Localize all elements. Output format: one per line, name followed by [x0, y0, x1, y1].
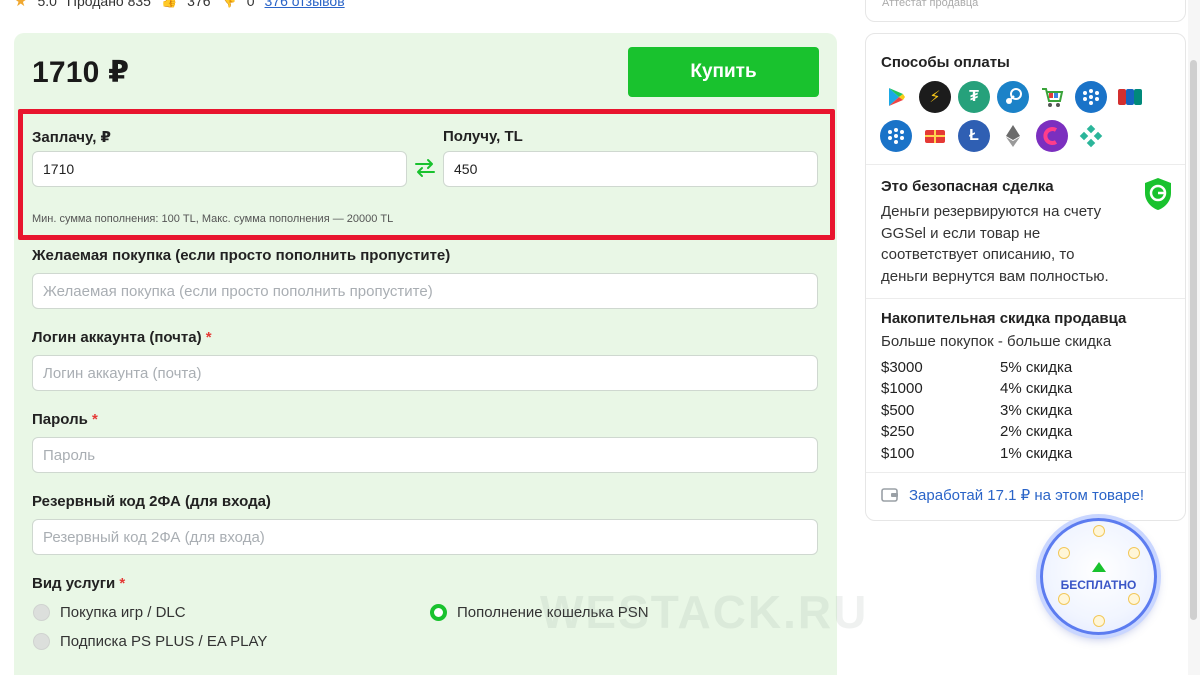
reviews-link[interactable]: 376 отзывов — [265, 0, 345, 9]
steam-icon — [997, 81, 1029, 113]
earn-link[interactable]: Заработай 17.1 ₽ на этом товаре! — [881, 486, 1144, 504]
seller-certificate-caption: Аттестат продавца — [882, 0, 979, 9]
price-value: 1710 ₽ — [32, 56, 130, 89]
option-label: Подписка PS PLUS / EA PLAY — [60, 633, 268, 650]
likes-count: 376 — [187, 0, 211, 9]
cart-icon — [1036, 81, 1068, 113]
webmoney-icon — [880, 120, 912, 152]
safe-deal-text: Деньги резервируются на счету GGSel и ес… — [881, 201, 1109, 287]
unionpay-icon — [1114, 81, 1146, 113]
star-icon: ★ — [14, 0, 28, 10]
service-type-label: Вид услуги * — [32, 575, 125, 592]
crypto-icon — [1036, 120, 1068, 152]
backup-code-label: Резервный код 2ФА (для входа) — [32, 493, 271, 510]
watermark: WESTACK.RU — [540, 586, 869, 638]
safe-deal-line: Деньги резервируются на счету — [881, 203, 1102, 220]
sold-count: Продано 835 — [66, 0, 151, 9]
divider — [866, 298, 1185, 299]
login-input[interactable]: Логин аккаунта (почта) — [32, 355, 818, 391]
discount-amount: $1000 — [881, 380, 923, 397]
safe-deal-line: соответствует описанию, то — [881, 246, 1075, 263]
thumbs-up-icon: 👍 — [160, 0, 178, 8]
discount-subtitle: Больше покупок - больше скидка — [881, 333, 1112, 350]
required-mark: * — [205, 329, 212, 346]
webmoney-icon — [1075, 81, 1107, 113]
login-label-text: Логин аккаунта (почта) — [32, 329, 202, 346]
tether-icon: ₮ — [958, 81, 990, 113]
info-card: Способы оплаты ⚡ ₮ Ł Это безопасная сдел… — [865, 33, 1186, 521]
coin-icon — [1058, 593, 1070, 605]
desired-purchase-label: Желаемая покупка (если просто пополнить … — [32, 247, 451, 264]
wallet-icon — [881, 488, 898, 502]
option-ps-plus[interactable]: Подписка PS PLUS / EA PLAY — [33, 633, 267, 650]
payment-icon — [1075, 120, 1107, 152]
safe-deal-title: Это безопасная сделка — [881, 178, 1054, 195]
discount-value: 3% скидка — [1000, 402, 1073, 419]
backup-code-input[interactable]: Резервный код 2ФА (для входа) — [32, 519, 818, 555]
discount-row: $500 3% скидка — [881, 402, 1072, 419]
divider — [866, 472, 1185, 473]
limits-hint: Мин. сумма пополнения: 100 TL, Макс. сум… — [32, 213, 394, 225]
discount-row: $100 1% скидка — [881, 445, 1072, 462]
required-mark: * — [92, 411, 98, 428]
discount-amount: $100 — [881, 445, 915, 462]
google-play-icon — [880, 81, 912, 113]
coin-icon — [1093, 525, 1105, 537]
arrow-up-icon — [1091, 561, 1106, 572]
radio-button[interactable] — [33, 633, 50, 650]
pay-label: Заплачу, ₽ — [32, 129, 111, 146]
litecoin-icon: Ł — [958, 120, 990, 152]
discount-amount: $500 — [881, 402, 915, 419]
desired-purchase-input[interactable]: Желаемая покупка (если просто пополнить … — [32, 273, 818, 309]
dislikes-count: 0 — [246, 0, 255, 9]
scrollbar-thumb[interactable] — [1190, 60, 1197, 620]
divider — [866, 164, 1185, 165]
option-label: Покупка игр / DLC — [60, 604, 186, 621]
seller-certificate-card: Аттестат продавца — [865, 0, 1186, 22]
radio-button[interactable] — [33, 604, 50, 621]
password-label: Пароль * — [32, 411, 98, 428]
shield-icon — [1145, 178, 1171, 210]
password-input[interactable]: Пароль — [32, 437, 818, 473]
discount-row: $1000 4% скидка — [881, 380, 1072, 397]
thumbs-down-icon: 👎 — [220, 0, 237, 8]
discount-title: Накопительная скидка продавца — [881, 310, 1127, 327]
discount-value: 5% скидка — [1000, 359, 1073, 376]
lightning-icon: ⚡ — [919, 81, 951, 113]
discount-row: $3000 5% скидка — [881, 359, 1072, 376]
coin-icon — [1128, 593, 1140, 605]
payment-methods-title: Способы оплаты — [881, 54, 1010, 71]
password-label-text: Пароль — [32, 411, 88, 428]
required-mark: * — [119, 575, 126, 592]
product-stats-bar: ★ 5.0 Продано 835 👍 376 👎 0 376 отзывов — [14, 0, 345, 10]
coin-icon — [1058, 547, 1070, 559]
rating-value: 5.0 — [37, 0, 57, 9]
discount-row: $250 2% скидка — [881, 423, 1072, 440]
payment-icons: ⚡ ₮ Ł — [880, 81, 1175, 152]
receive-label: Получу, TL — [443, 128, 523, 145]
radio-button-selected[interactable] — [430, 604, 447, 621]
discount-value: 4% скидка — [1000, 380, 1073, 397]
login-label: Логин аккаунта (почта) * — [32, 329, 212, 346]
ethereum-icon — [997, 120, 1029, 152]
swap-icon[interactable] — [413, 158, 437, 178]
buy-button[interactable]: Купить — [628, 47, 819, 97]
discount-value: 1% скидка — [1000, 445, 1073, 462]
option-buy-games[interactable]: Покупка игр / DLC — [33, 604, 186, 621]
earn-link-text[interactable]: Заработай 17.1 ₽ на этом товаре! — [909, 486, 1144, 504]
receive-amount-input[interactable]: 450 — [443, 151, 818, 187]
service-type-label-text: Вид услуги — [32, 575, 116, 592]
discount-amount: $3000 — [881, 359, 923, 376]
safe-deal-line: GGSel и если товар не — [881, 224, 1041, 242]
safe-deal-line: деньги вернутся вам полностью. — [881, 267, 1109, 285]
free-badge[interactable]: БЕСПЛАТНО — [1040, 518, 1157, 635]
coin-icon — [1128, 547, 1140, 559]
pay-amount-input[interactable]: 1710 — [32, 151, 407, 187]
discount-amount: $250 — [881, 423, 915, 440]
gift-card-icon — [919, 120, 951, 152]
free-badge-label: БЕСПЛАТНО — [1060, 577, 1137, 592]
discount-value: 2% скидка — [1000, 423, 1073, 440]
coin-icon — [1093, 615, 1105, 627]
